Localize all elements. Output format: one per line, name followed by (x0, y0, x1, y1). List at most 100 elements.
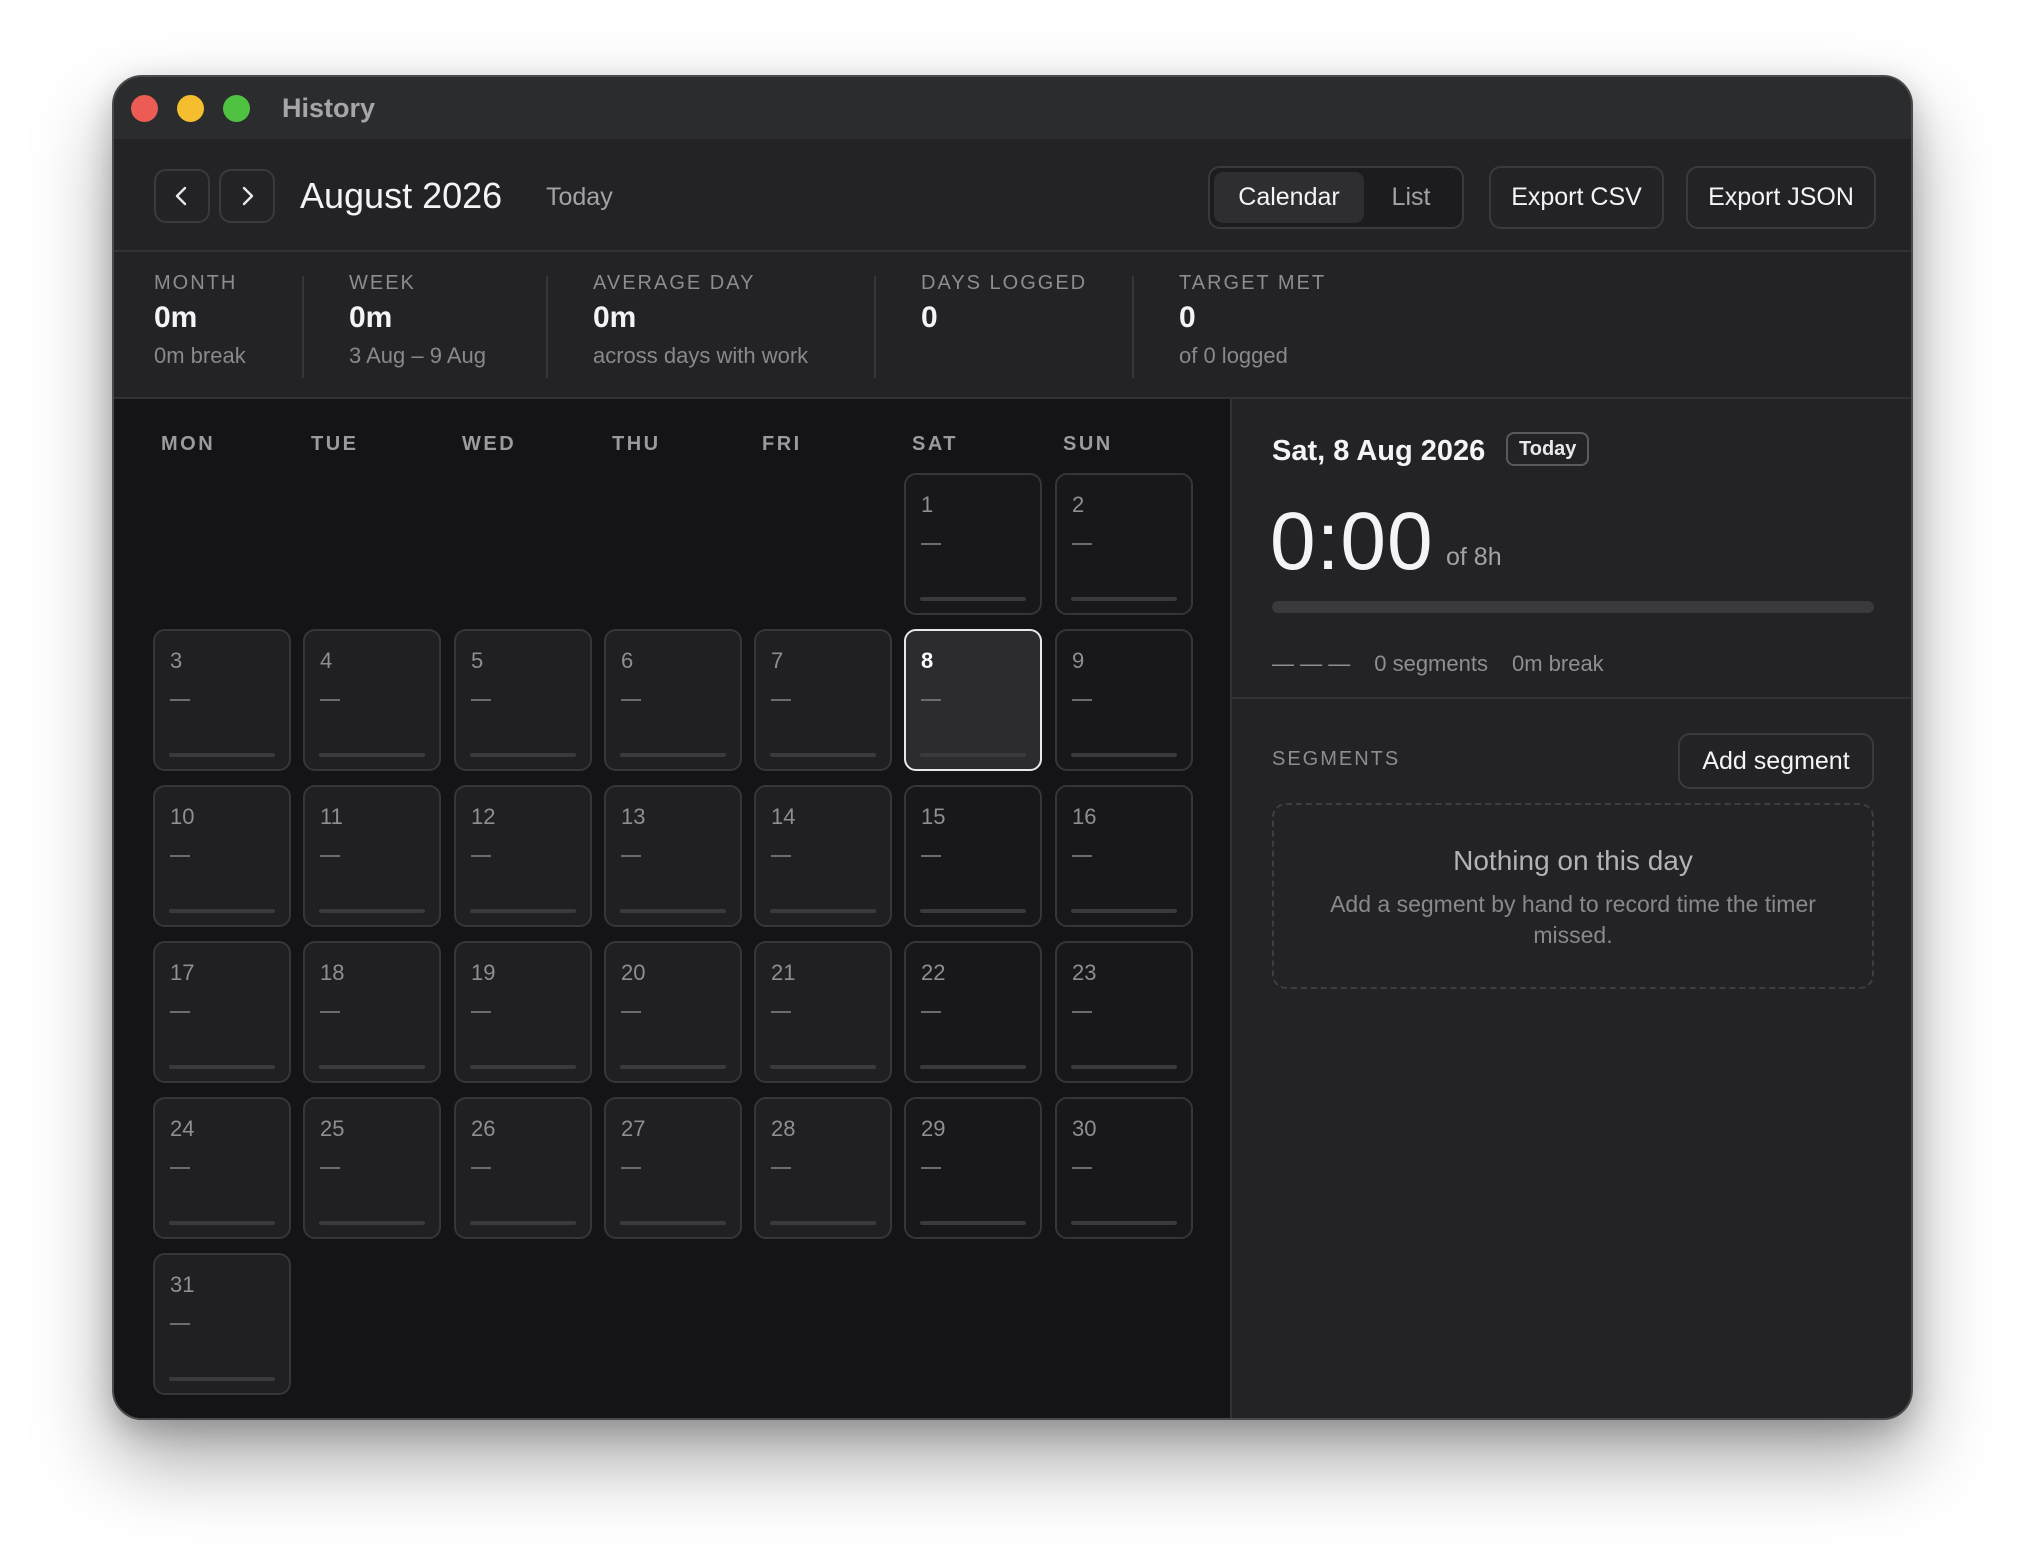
calendar-day-29[interactable]: 29 (904, 1097, 1042, 1239)
day-progress-bar (1071, 1065, 1177, 1069)
calendar-day-7[interactable]: 7 (754, 629, 892, 771)
calendar-day-23[interactable]: 23 (1055, 941, 1193, 1083)
day-progress-bar (770, 753, 876, 757)
day-progress-bar (319, 1065, 425, 1069)
calendar-day-2[interactable]: 2 (1055, 473, 1193, 615)
empty-title: Nothing on this day (1453, 845, 1693, 876)
export-csv-button[interactable]: Export CSV (1489, 166, 1664, 229)
calendar-day-3[interactable]: 3 (153, 629, 291, 771)
calendar-day-24[interactable]: 24 (153, 1097, 291, 1239)
calendar-day-16[interactable]: 16 (1055, 785, 1193, 927)
day-empty-value (621, 1011, 641, 1013)
day-number: 22 (921, 960, 946, 985)
calendar-day-18[interactable]: 18 (303, 941, 441, 1083)
day-empty-value (921, 543, 941, 545)
day-number: 10 (170, 804, 195, 829)
next-month-button[interactable] (219, 169, 275, 223)
calendar-day-15[interactable]: 15 (904, 785, 1042, 927)
day-number: 16 (1072, 804, 1097, 829)
day-empty-value (1072, 855, 1092, 857)
calendar-day-4[interactable]: 4 (303, 629, 441, 771)
calendar-day-17[interactable]: 17 (153, 941, 291, 1083)
calendar-grid: MON TUE WED THU FRI SAT SUN 1 2 3 4 5 6 7 8 9 10 1… (114, 399, 1232, 1418)
stat-divider (302, 276, 304, 378)
day-number: 11 (320, 804, 343, 829)
calendar-day-19[interactable]: 19 (454, 941, 592, 1083)
day-number: 28 (771, 1116, 796, 1141)
empty-description: Add a segment by hand to record time the… (1330, 891, 1816, 948)
weekday-header: FRI (762, 433, 802, 455)
stat-sub: 0m break (154, 343, 246, 368)
stat-sub: 3 Aug – 9 Aug (349, 343, 487, 368)
day-empty-value (771, 1167, 791, 1169)
day-number: 24 (170, 1116, 195, 1141)
day-empty-value (621, 699, 641, 701)
day-number: 15 (921, 804, 946, 829)
day-number: 20 (621, 960, 646, 985)
day-empty-value (170, 699, 190, 701)
export-json-button[interactable]: Export JSON (1686, 166, 1876, 229)
calendar-day-8[interactable]: 8 (904, 629, 1042, 771)
day-number: 31 (170, 1272, 195, 1297)
calendar-day-25[interactable]: 25 (303, 1097, 441, 1239)
today-button[interactable]: Today (546, 183, 613, 212)
stat-divider (874, 276, 876, 378)
calendar-day-20[interactable]: 20 (604, 941, 742, 1083)
day-empty-value (170, 1011, 190, 1013)
calendar-day-21[interactable]: 21 (754, 941, 892, 1083)
divider (1232, 697, 1911, 699)
calendar-day-30[interactable]: 30 (1055, 1097, 1193, 1239)
day-progress-bar (620, 1065, 726, 1069)
calendar-day-5[interactable]: 5 (454, 629, 592, 771)
day-number: 6 (621, 648, 634, 673)
day-progress-bar (169, 753, 275, 757)
calendar-day-13[interactable]: 13 (604, 785, 742, 927)
calendar-day-10[interactable]: 10 (153, 785, 291, 927)
calendar-day-26[interactable]: 26 (454, 1097, 592, 1239)
day-number: 17 (170, 960, 195, 985)
stat-value: 0m (154, 301, 198, 334)
calendar-day-22[interactable]: 22 (904, 941, 1042, 1083)
stat-label: MONTH (154, 272, 238, 294)
calendar-day-6[interactable]: 6 (604, 629, 742, 771)
weekday-header: SAT (912, 433, 959, 455)
close-window-button[interactable] (131, 95, 158, 122)
stat-value: 0m (349, 301, 393, 334)
calendar-day-1[interactable]: 1 (904, 473, 1042, 615)
day-progress-bar (1272, 601, 1874, 613)
day-number: 30 (1072, 1116, 1097, 1141)
day-progress-bar (470, 753, 576, 757)
calendar-day-9[interactable]: 9 (1055, 629, 1193, 771)
chevron-right-icon (242, 186, 254, 206)
day-number: 21 (771, 960, 796, 985)
empty-segments-placeholder: Nothing on this day Add a segment by han… (1272, 803, 1874, 989)
day-empty-value (320, 699, 340, 701)
minimize-window-button[interactable] (177, 95, 204, 122)
calendar-day-14[interactable]: 14 (754, 785, 892, 927)
tab-calendar[interactable]: Calendar (1214, 172, 1364, 223)
stat-value: 0 (921, 301, 938, 334)
stat-average-day: AVERAGE DAY 0m across days with work (593, 272, 808, 369)
calendar-day-12[interactable]: 12 (454, 785, 592, 927)
day-progress-bar (620, 909, 726, 913)
day-progress-bar (319, 909, 425, 913)
day-empty-value (170, 1167, 190, 1169)
stat-label: TARGET MET (1179, 272, 1327, 294)
add-segment-button[interactable]: Add segment (1678, 733, 1874, 789)
day-number: 9 (1072, 648, 1085, 673)
calendar-day-27[interactable]: 27 (604, 1097, 742, 1239)
segments-heading: SEGMENTS (1272, 748, 1401, 770)
title-bar: History (114, 77, 1911, 139)
day-progress-bar (470, 1221, 576, 1225)
day-progress-bar (1071, 909, 1177, 913)
day-number: 3 (170, 648, 183, 673)
day-progress-bar (920, 753, 1026, 757)
day-empty-value (471, 855, 491, 857)
window-title: History (282, 93, 376, 123)
previous-month-button[interactable] (154, 169, 210, 223)
calendar-day-28[interactable]: 28 (754, 1097, 892, 1239)
tab-list[interactable]: List (1364, 172, 1458, 223)
calendar-day-31[interactable]: 31 (153, 1253, 291, 1395)
zoom-window-button[interactable] (223, 95, 250, 122)
calendar-day-11[interactable]: 11 (303, 785, 441, 927)
